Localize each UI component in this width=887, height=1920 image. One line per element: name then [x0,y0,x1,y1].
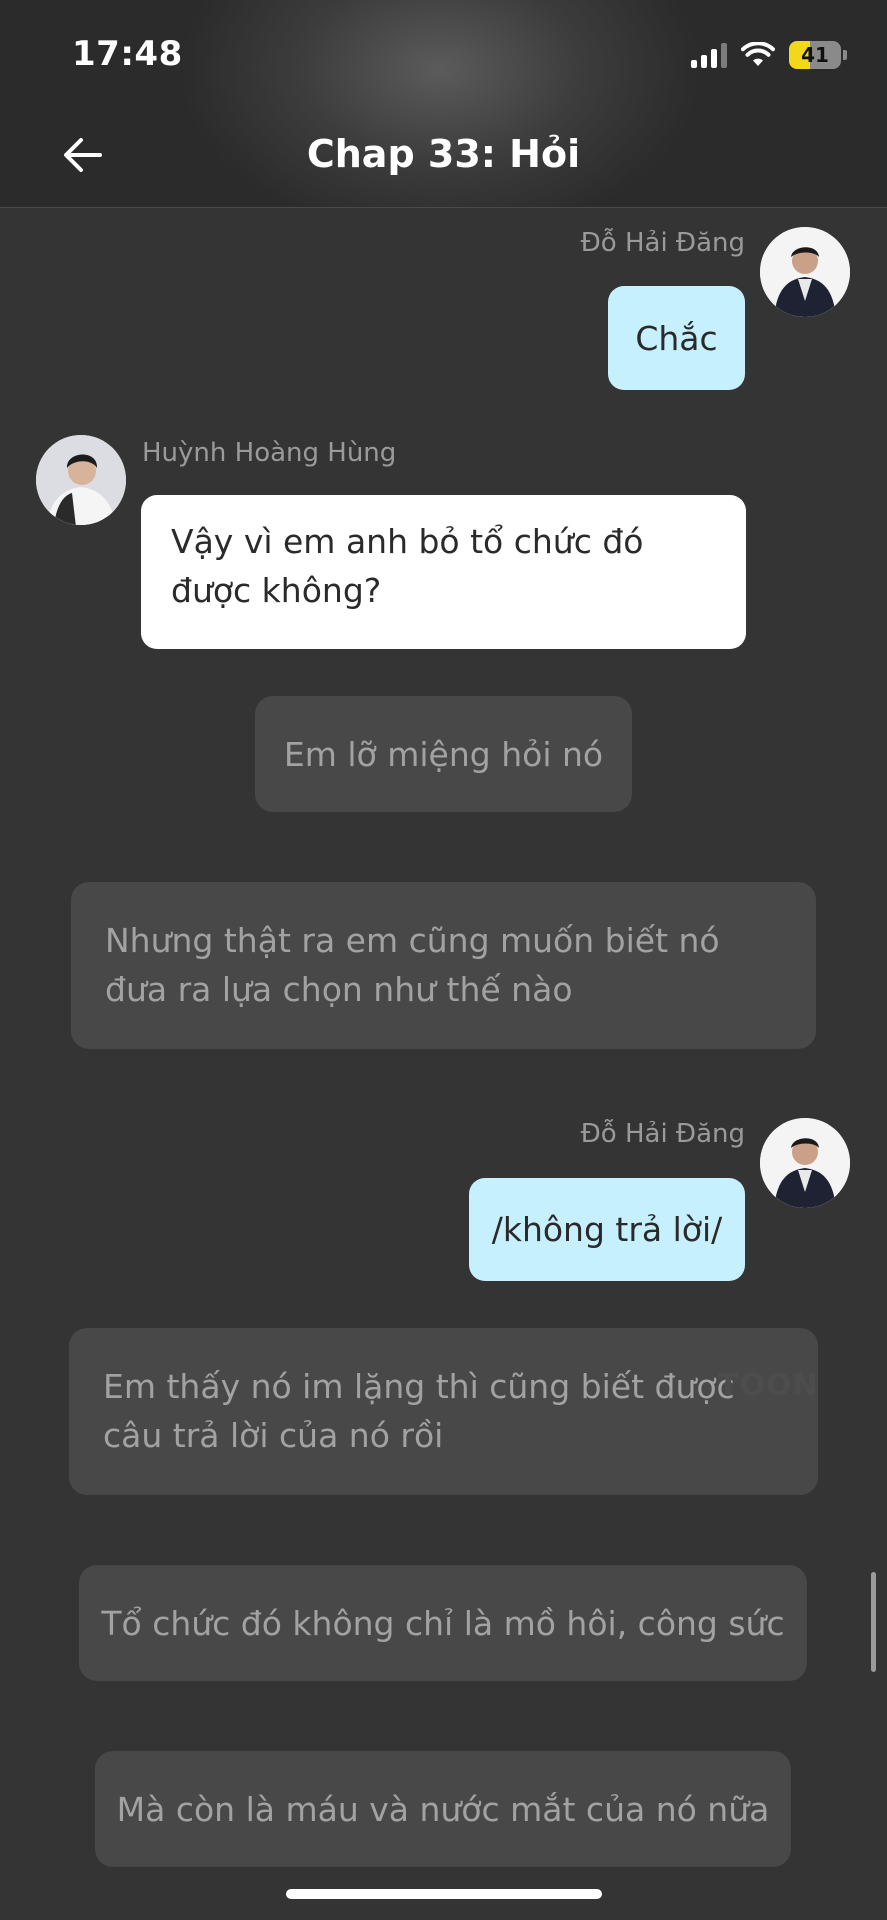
narration-text: Em lỡ miệng hỏi nó [283,734,604,774]
message-text: Chắc [635,318,718,358]
narration-box: Mà còn là máu và nước mắt của nó nữa [95,1751,791,1867]
message-bubble-own: /không trả lời/ [469,1178,745,1281]
narration-box: Em thấy nó im lặng thì cũng biết được câ… [69,1328,818,1495]
narration-box: Em lỡ miệng hỏi nó [255,696,632,812]
message-bubble-other: Vậy vì em anh bỏ tổ chức đó được không? [141,495,746,649]
battery-level: 41 [801,43,829,67]
sender-name: Đỗ Hải Đăng [580,1119,745,1149]
scrollbar[interactable] [871,1572,876,1672]
person-avatar-icon [760,227,850,317]
wifi-icon [741,42,775,68]
battery-tip [843,50,847,60]
narration-text: Nhưng thật ra em cũng muốn biết nó đưa r… [105,921,720,1009]
person-avatar-icon [36,435,126,525]
status-icons: 41 [691,40,847,70]
sender-name: Huỳnh Hoàng Hùng [142,438,397,468]
sender-name: Đỗ Hải Đăng [580,228,745,258]
page-title: Chap 33: Hỏi [306,132,581,176]
home-indicator[interactable] [286,1889,602,1899]
message-text: /không trả lời/ [491,1210,723,1249]
message-bubble-own: Chắc [608,286,745,390]
header-bar: 17:48 41 Chap 33: Hỏi [0,0,887,208]
cellular-signal-icon [691,42,727,68]
avatar[interactable] [760,227,850,317]
narration-box: Nhưng thật ra em cũng muốn biết nó đưa r… [71,882,816,1049]
watermark: TOON [718,1368,819,1403]
message-text: Vậy vì em anh bỏ tổ chức đó được không? [171,522,644,610]
status-time: 17:48 [72,34,183,74]
narration-text: Mà còn là máu và nước mắt của nó nữa [116,1789,770,1829]
avatar[interactable] [36,435,126,525]
avatar[interactable] [760,1118,850,1208]
narration-box: Tổ chức đó không chỉ là mồ hôi, công sức [79,1565,807,1681]
battery-icon: 41 [789,41,841,69]
narration-text: Tổ chức đó không chỉ là mồ hôi, công sức [101,1603,785,1643]
person-avatar-icon [760,1118,850,1208]
narration-text: Em thấy nó im lặng thì cũng biết được câ… [103,1367,735,1455]
